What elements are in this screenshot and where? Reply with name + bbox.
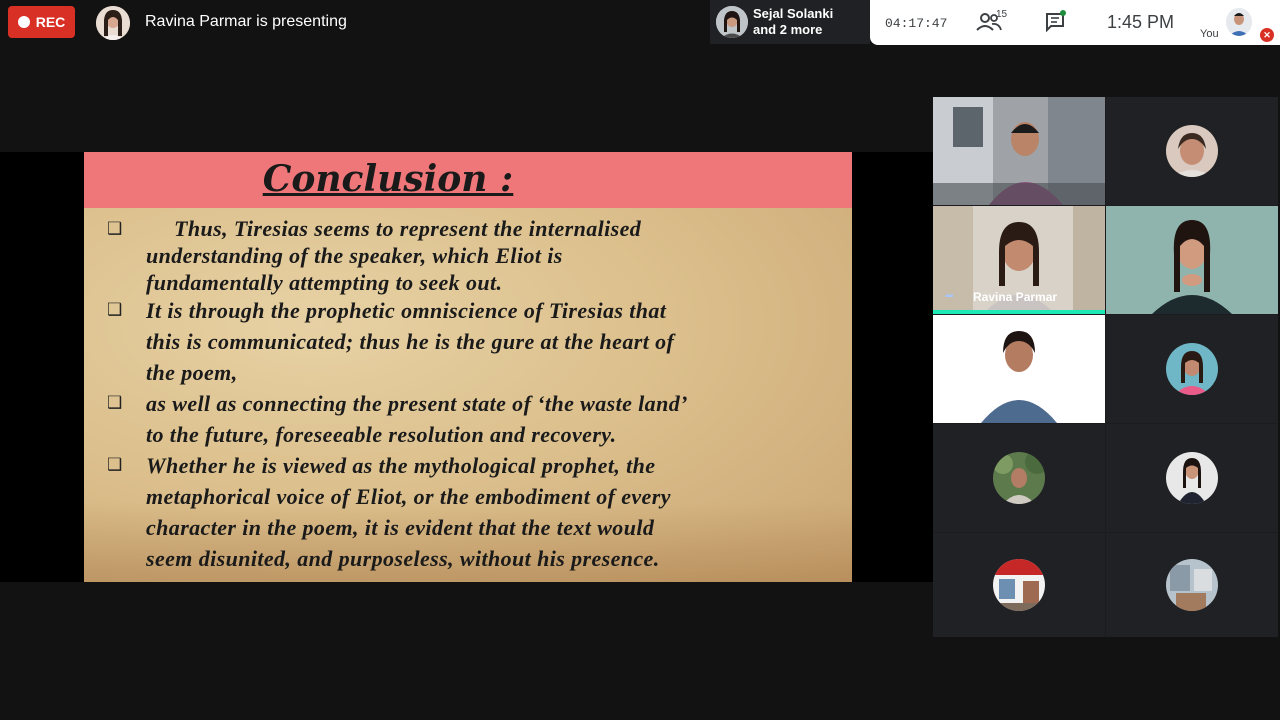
audio-level-icon: ▪▪▪ [945, 291, 954, 302]
slide-line: fundamentally attempting to seek out. [146, 270, 503, 295]
participant-tile[interactable] [933, 424, 1105, 532]
slide-line: It is through the prophetic omniscience … [146, 298, 667, 323]
self-avatar-icon [1226, 8, 1252, 36]
muted-mic-icon: ✕ [1260, 28, 1274, 42]
slide: Conclusion : ❑ Thus, Tiresias seems to r… [84, 152, 852, 582]
bullet-icon: ❑ [107, 393, 123, 412]
slide-line: to the future, foreseeable resolution an… [146, 422, 617, 447]
slide-line: understanding of the speaker, which Elio… [146, 243, 563, 268]
participant-count: 15 [996, 9, 1008, 20]
participant-name: Ravina Parmar [973, 290, 1058, 304]
slide-line: Whether he is viewed as the mythological… [146, 453, 656, 478]
slide-line: this is communicated; thus he is the gur… [146, 329, 675, 354]
meeting-toolbar: 04:17:47 15 1:45 PM You ✕ [870, 0, 1280, 45]
clock: 1:45 PM [1107, 12, 1175, 32]
participant-avatar-icon [1166, 125, 1218, 177]
record-dot-icon [17, 16, 30, 28]
participant-avatar-icon [1166, 452, 1218, 504]
slide-line: character in the poem, it is evident tha… [146, 515, 655, 540]
viewers-text: Sejal Solanki and 2 more [753, 6, 833, 38]
participant-avatar [993, 559, 1045, 611]
chat-notification-dot [1060, 10, 1066, 16]
slide-line: Thus, Tiresias seems to represent the in… [174, 216, 642, 241]
participant-tile[interactable] [1106, 97, 1278, 205]
slide-title: Conclusion : [262, 158, 514, 200]
speaking-indicator [933, 310, 1105, 314]
participant-video [933, 97, 1105, 205]
slide-line: seem disunited, and purposeless, without… [146, 546, 660, 571]
self-label: You [1200, 28, 1219, 40]
participant-tile-speaking[interactable]: ▪▪▪ Ravina Parmar [933, 206, 1105, 314]
bullet-icon: ❑ [107, 300, 123, 319]
presentation-stage: Conclusion : ❑ Thus, Tiresias seems to r… [0, 152, 933, 582]
slide-line: metaphorical voice of Eliot, or the embo… [146, 484, 671, 509]
presenter-avatar [96, 6, 130, 40]
viewers-name: Sejal Solanki [753, 6, 834, 21]
slide-line: the poem, [146, 360, 238, 385]
participant-tile[interactable] [933, 533, 1105, 637]
participant-avatar [1166, 125, 1218, 177]
viewers-summary[interactable]: Sejal Solanki and 2 more [710, 0, 870, 44]
participant-grid: ▪▪▪ Ravina Parmar [933, 97, 1278, 637]
participant-avatar [1166, 343, 1218, 395]
bullet-icon: ❑ [107, 219, 123, 238]
participant-tile[interactable] [933, 97, 1105, 205]
viewers-more: and 2 more [753, 22, 823, 37]
participant-video [933, 315, 1105, 423]
viewer-avatar-icon [716, 6, 748, 38]
participant-avatar [993, 452, 1045, 504]
presenting-banner: Ravina Parmar is presenting [145, 13, 347, 30]
presenter-avatar-icon [96, 6, 130, 40]
slide-line: as well as connecting the present state … [146, 391, 688, 416]
participant-tile[interactable] [1106, 424, 1278, 532]
participant-avatar-icon [1166, 343, 1218, 395]
participant-tile[interactable] [1106, 533, 1278, 637]
participant-tile[interactable] [1106, 315, 1278, 423]
participant-tile[interactable] [933, 315, 1105, 423]
participant-tile[interactable] [1106, 206, 1278, 314]
meeting-timer: 04:17:47 [885, 16, 948, 31]
meet-window: REC Ravina Parmar is presenting Sejal So… [0, 0, 1280, 720]
participant-avatar [1166, 559, 1218, 611]
rec-label: REC [35, 14, 66, 30]
participant-avatar-icon [993, 452, 1045, 504]
participant-avatar-icon [1166, 559, 1218, 611]
self-avatar[interactable] [1226, 8, 1252, 36]
participant-video [1106, 206, 1278, 314]
recording-indicator: REC [8, 6, 75, 38]
participant-avatar [1166, 452, 1218, 504]
participant-avatar-icon [993, 559, 1045, 611]
viewer-avatar [716, 6, 748, 38]
bullet-icon: ❑ [107, 455, 123, 474]
